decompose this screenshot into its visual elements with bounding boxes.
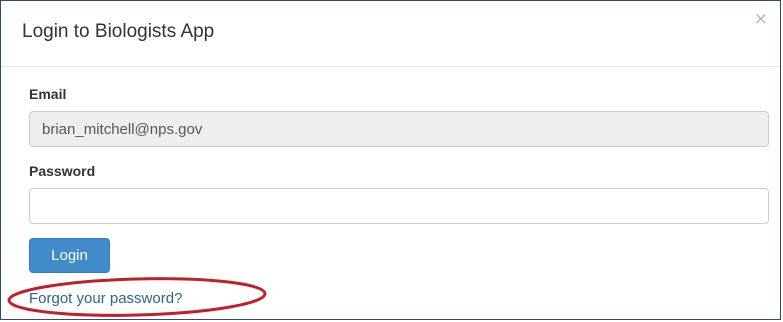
close-icon[interactable]: ×: [754, 11, 768, 28]
password-field[interactable]: [29, 188, 769, 224]
email-field[interactable]: [29, 111, 769, 147]
password-label: Password: [29, 163, 96, 179]
email-label: Email: [29, 86, 67, 102]
login-button[interactable]: Login: [29, 238, 110, 273]
login-modal: Login to Biologists App × Email Password…: [0, 0, 781, 320]
modal-title: Login to Biologists App: [22, 21, 215, 42]
modal-header: Login to Biologists App ×: [1, 1, 780, 67]
forgot-password-link[interactable]: Forgot your password?: [29, 290, 182, 307]
